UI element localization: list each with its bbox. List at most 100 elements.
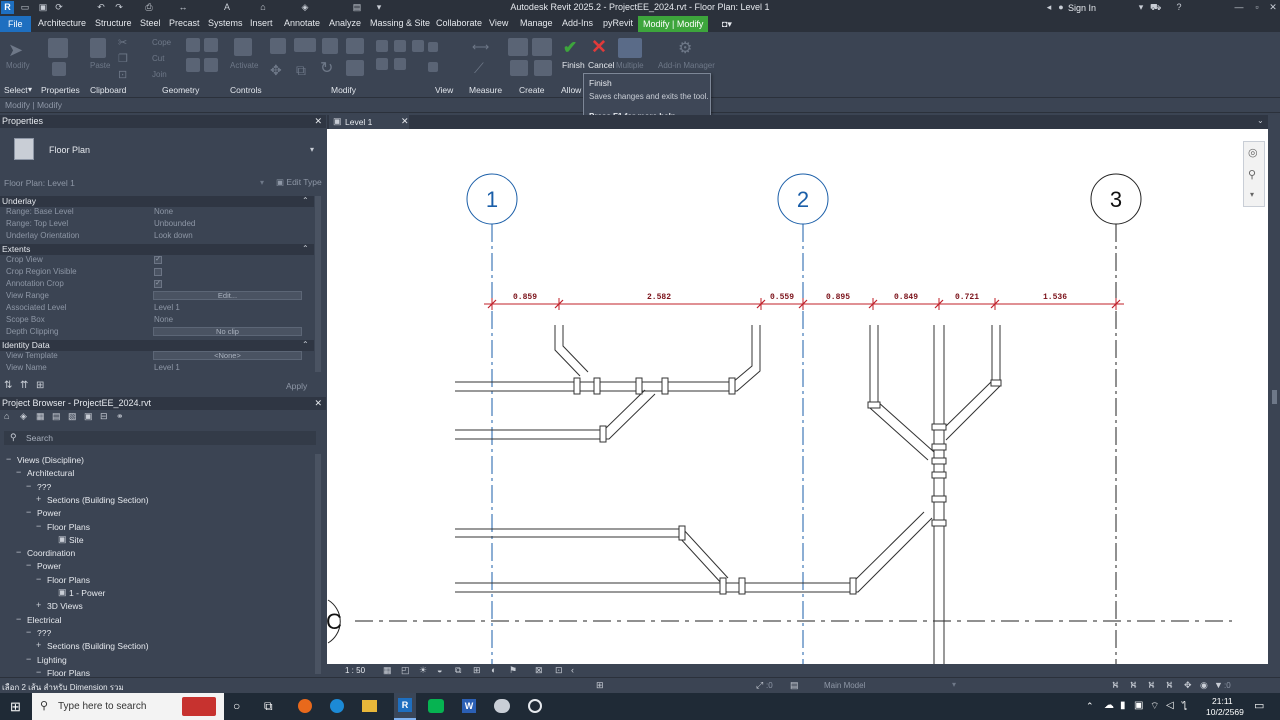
finish-button[interactable]: Finish xyxy=(562,60,585,70)
tree-toggle-icon[interactable]: − xyxy=(36,521,41,531)
show-crop-icon[interactable]: ⊞ xyxy=(473,665,481,676)
select-dropdown-icon[interactable]: ▾ xyxy=(28,85,32,94)
reveal-hidden-icon[interactable]: ⚑ xyxy=(509,665,517,676)
apply-button[interactable]: Apply xyxy=(286,381,307,391)
demolish-icon[interactable] xyxy=(204,58,218,72)
crop-view-checkbox[interactable]: ✓ xyxy=(154,256,162,264)
tree-toggle-icon[interactable]: − xyxy=(16,614,21,624)
extra-tab-icon[interactable]: ◘▾ xyxy=(722,19,732,30)
tree-toggle-icon[interactable]: − xyxy=(26,627,31,637)
tree-toggle-icon[interactable]: + xyxy=(36,494,41,504)
browser-sheets-icon[interactable]: ▦ xyxy=(36,411,45,422)
tree-toggle-icon[interactable]: + xyxy=(36,640,41,650)
copy-element-icon[interactable]: ⧉ xyxy=(296,62,306,79)
tray-display-icon[interactable]: ▣ xyxy=(1134,700,1143,711)
volume-icon[interactable]: ◁ xyxy=(1166,700,1174,711)
tree-toggle-icon[interactable]: − xyxy=(26,654,31,664)
browser-links-icon[interactable]: ⚭ xyxy=(116,411,124,422)
wifi-icon[interactable]: ⌔ xyxy=(1150,700,1159,713)
modify-cursor-icon[interactable]: ➤ xyxy=(8,40,23,61)
tab-collaborate[interactable]: Collaborate xyxy=(436,18,482,28)
create-assembly-icon[interactable] xyxy=(508,38,528,56)
cut-icon[interactable]: ✂ xyxy=(118,36,127,49)
tray-usb-icon[interactable]: ▮ xyxy=(1120,700,1126,711)
tree-toggle-icon[interactable]: − xyxy=(16,467,21,477)
browser-views-icon[interactable]: ⌂ xyxy=(4,411,9,421)
split-face-icon[interactable] xyxy=(204,38,218,52)
trim-icon[interactable] xyxy=(346,38,364,54)
properties-icon[interactable] xyxy=(48,38,68,58)
properties-scrollbar[interactable] xyxy=(315,196,321,372)
sign-in-dropdown-icon[interactable]: ▾ xyxy=(1136,2,1146,12)
array-icon[interactable] xyxy=(376,58,388,70)
main-model-icon[interactable]: ▤ xyxy=(790,680,799,691)
floor-plan-drawing[interactable]: 1 2 3 C 0.859 2.582 0.559 0.895 0.849 0.… xyxy=(326,129,1268,664)
addin-manager-button[interactable]: Add-in Manager xyxy=(658,61,715,70)
prop-value[interactable]: None xyxy=(154,206,173,218)
design-options-icon[interactable]: ⊞ xyxy=(596,680,604,691)
measure-tool-icon[interactable]: ⟷ xyxy=(472,40,489,54)
collapse-identity-icon[interactable]: ⌃ xyxy=(302,340,309,349)
select-underlay-icon[interactable]: ⛕ xyxy=(1130,680,1137,692)
create-similar-icon[interactable] xyxy=(534,60,552,76)
properties-sort-icon[interactable]: ⊞ xyxy=(36,380,44,391)
activate-button[interactable]: Activate xyxy=(230,61,258,70)
modify-tool-label[interactable]: Modify xyxy=(6,61,30,70)
windows-start-icon[interactable]: ⊞ xyxy=(10,699,21,715)
type-properties-icon[interactable] xyxy=(52,62,66,76)
delete-icon[interactable] xyxy=(412,40,424,52)
cancel-icon[interactable]: ✕ xyxy=(591,36,607,59)
main-model-selector[interactable]: Main Model xyxy=(824,681,865,690)
type-selector[interactable]: Floor Plan ▾ xyxy=(0,128,322,170)
tree-item[interactable]: Sections (Building Section) xyxy=(47,641,149,651)
clock-date[interactable]: 10/2/2569 xyxy=(1206,707,1244,717)
rotate-icon[interactable]: ↻ xyxy=(320,58,333,78)
crop-region-visible-checkbox[interactable] xyxy=(154,268,162,276)
cut-geometry-button[interactable]: Cut xyxy=(152,54,164,63)
scale-icon[interactable] xyxy=(346,60,364,76)
browser-groups-icon[interactable]: ▣ xyxy=(84,411,93,422)
browser-search-field[interactable]: ⚲ Search xyxy=(4,431,316,445)
select-faces-icon[interactable]: ⛕ xyxy=(1166,680,1173,692)
detail-level-icon[interactable]: ▦ xyxy=(383,665,392,676)
view-tab-close-icon[interactable]: ✕ xyxy=(401,116,409,127)
tree-item[interactable]: 3D Views xyxy=(47,601,83,611)
close-icon[interactable]: ✕ xyxy=(1268,2,1278,12)
user-icon[interactable]: ● xyxy=(1056,2,1066,12)
create-parts-icon[interactable] xyxy=(510,60,528,76)
hide-icon[interactable] xyxy=(428,42,438,52)
browser-filter-icon[interactable]: ⊟ xyxy=(100,411,108,422)
view-template-button[interactable]: <None> xyxy=(153,351,302,360)
clock-time[interactable]: 21:11 xyxy=(1212,696,1233,706)
tree-toggle-icon[interactable]: − xyxy=(26,481,31,491)
edge-icon[interactable] xyxy=(330,699,344,713)
tree-item[interactable]: Views (Discipline) xyxy=(17,455,84,465)
annotation-crop-checkbox[interactable]: ✓ xyxy=(154,280,162,288)
tree-item[interactable]: Power xyxy=(37,508,61,518)
canvas-scroll-thumb[interactable] xyxy=(1272,390,1277,404)
tree-toggle-icon[interactable]: − xyxy=(36,574,41,584)
tree-toggle-icon[interactable]: − xyxy=(16,547,21,557)
tab-manage[interactable]: Manage xyxy=(520,18,553,28)
tab-annotate[interactable]: Annotate xyxy=(284,18,320,28)
match-type-icon[interactable]: ⊡ xyxy=(118,68,127,81)
tree-item[interactable]: ??? xyxy=(37,628,51,638)
tree-item[interactable]: Site xyxy=(69,535,84,545)
drawing-canvas[interactable]: 1 2 3 C 0.859 2.582 0.559 0.895 0.849 0.… xyxy=(326,129,1268,664)
tree-item[interactable]: Floor Plans xyxy=(47,522,90,532)
cortana-icon[interactable]: ○ xyxy=(233,699,240,713)
addin-manager-icon[interactable]: ⚙ xyxy=(678,38,692,58)
worksharing-icon[interactable]: ⊠ xyxy=(535,665,543,676)
depth-clipping-button[interactable]: No clip xyxy=(153,327,302,336)
collapse-bar-icon[interactable]: ‹ xyxy=(571,665,574,675)
task-view-icon[interactable]: ⧉ xyxy=(264,699,273,714)
activate-icon[interactable] xyxy=(234,38,252,56)
prop-value[interactable]: Look down xyxy=(154,230,193,242)
tab-massing-site[interactable]: Massing & Site xyxy=(370,18,430,28)
browser-3d-icon[interactable]: ◈ xyxy=(20,411,27,422)
tree-item[interactable]: Electrical xyxy=(27,615,61,625)
prop-value[interactable]: Level 1 xyxy=(154,362,180,374)
tree-item[interactable]: Architectural xyxy=(27,468,74,478)
cart-icon[interactable]: ⛟ xyxy=(1150,2,1161,12)
collapse-underlay-icon[interactable]: ⌃ xyxy=(302,196,309,205)
